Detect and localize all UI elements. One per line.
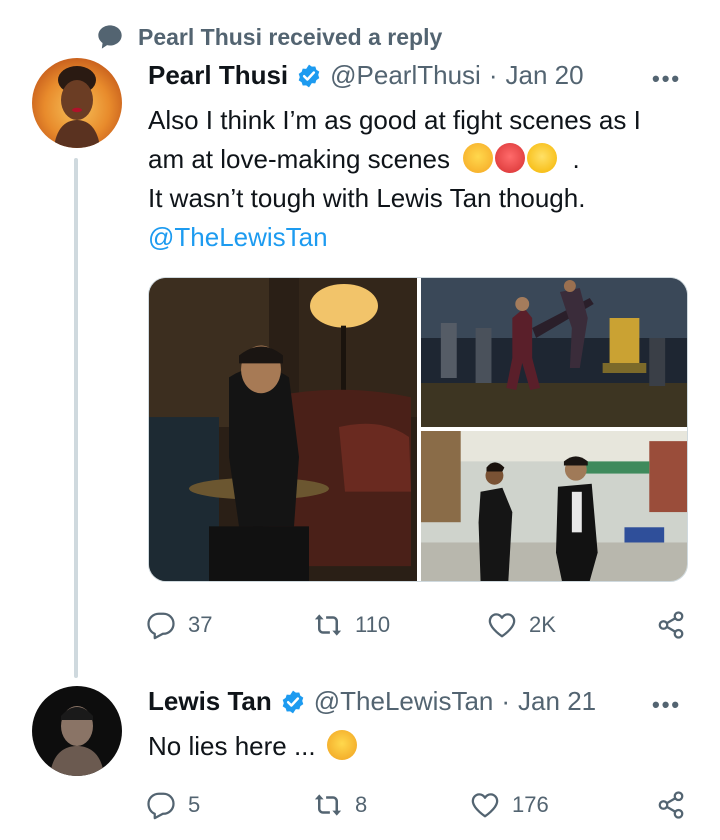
tweet-header: Pearl Thusi @PearlThusi · Jan 20 [148, 60, 584, 91]
retweet-button[interactable]: 8 [313, 790, 367, 820]
tweet-text-period: . [572, 144, 580, 174]
retweet-button[interactable]: 110 [313, 610, 390, 640]
reply-count: 5 [188, 792, 201, 817]
reply-button[interactable]: 37 [146, 610, 212, 640]
tweet-text-fragment: am at love-making scenes [148, 144, 451, 174]
avatar-lewis-tan[interactable] [32, 686, 122, 776]
tweet-text: Also I think I’m as good at fight scenes… [148, 101, 693, 257]
media-photo-lounge[interactable] [149, 278, 417, 581]
author-handle[interactable]: @PearlThusi [330, 60, 481, 91]
media-photo-street[interactable] [421, 431, 687, 581]
author-handle[interactable]: @TheLewisTan [314, 686, 494, 717]
like-count: 176 [512, 792, 549, 817]
hot-face-emoji [495, 143, 526, 173]
more-options-button[interactable]: ••• [652, 692, 681, 718]
share-icon [658, 791, 684, 819]
tweet-text-line: am at love-making scenes . [148, 140, 693, 179]
tweet-text: No lies here ... [148, 727, 359, 766]
author-name[interactable]: Pearl Thusi [148, 60, 288, 91]
retweet-count: 110 [355, 612, 391, 637]
reply-count: 37 [188, 612, 213, 637]
social-context-label: Pearl Thusi received a reply [138, 23, 443, 50]
verified-badge-icon [282, 690, 304, 713]
tweet-header: Lewis Tan @TheLewisTan · Jan 21 [148, 686, 596, 717]
avatar-pearl-thusi[interactable] [32, 58, 122, 148]
thread-connector-line [74, 158, 78, 678]
face-with-hand-over-mouth-emoji [326, 730, 357, 760]
retweet-count: 8 [355, 792, 368, 817]
like-button[interactable]: 2K [487, 610, 556, 640]
tweet-text-line: Also I think I’m as good at fight scenes… [148, 105, 641, 135]
share-button[interactable] [656, 790, 686, 820]
zany-face-emoji [527, 143, 558, 173]
like-button[interactable]: 176 [470, 790, 549, 820]
tweet-text-line: It wasn’t tough with Lewis Tan though. [148, 183, 586, 213]
separator-dot: · [488, 60, 498, 90]
reply-button[interactable]: 5 [146, 790, 200, 820]
verified-badge-icon [298, 64, 320, 87]
social-context[interactable]: Pearl Thusi received a reply [96, 18, 442, 56]
heart-icon [471, 793, 499, 818]
tweet-date[interactable]: Jan 21 [518, 686, 596, 717]
speech-bubble-icon [98, 25, 122, 49]
like-count: 2K [529, 612, 556, 637]
face-with-tears-of-joy-emoji [463, 143, 494, 173]
reply-icon [147, 612, 175, 640]
more-options-button[interactable]: ••• [652, 66, 681, 92]
share-icon [658, 611, 684, 639]
retweet-icon [314, 794, 342, 816]
mention-link[interactable]: @TheLewisTan [148, 222, 328, 252]
reply-icon [147, 792, 175, 820]
share-button[interactable] [656, 610, 686, 640]
author-name[interactable]: Lewis Tan [148, 686, 272, 717]
separator-dot: · [501, 686, 511, 716]
tweet-media-grid[interactable] [148, 277, 688, 582]
retweet-icon [314, 614, 342, 636]
media-photo-fight[interactable] [421, 278, 687, 427]
tweet-date[interactable]: Jan 20 [506, 60, 584, 91]
heart-icon [488, 613, 516, 638]
tweet-text-line: No lies here ... [148, 731, 316, 761]
